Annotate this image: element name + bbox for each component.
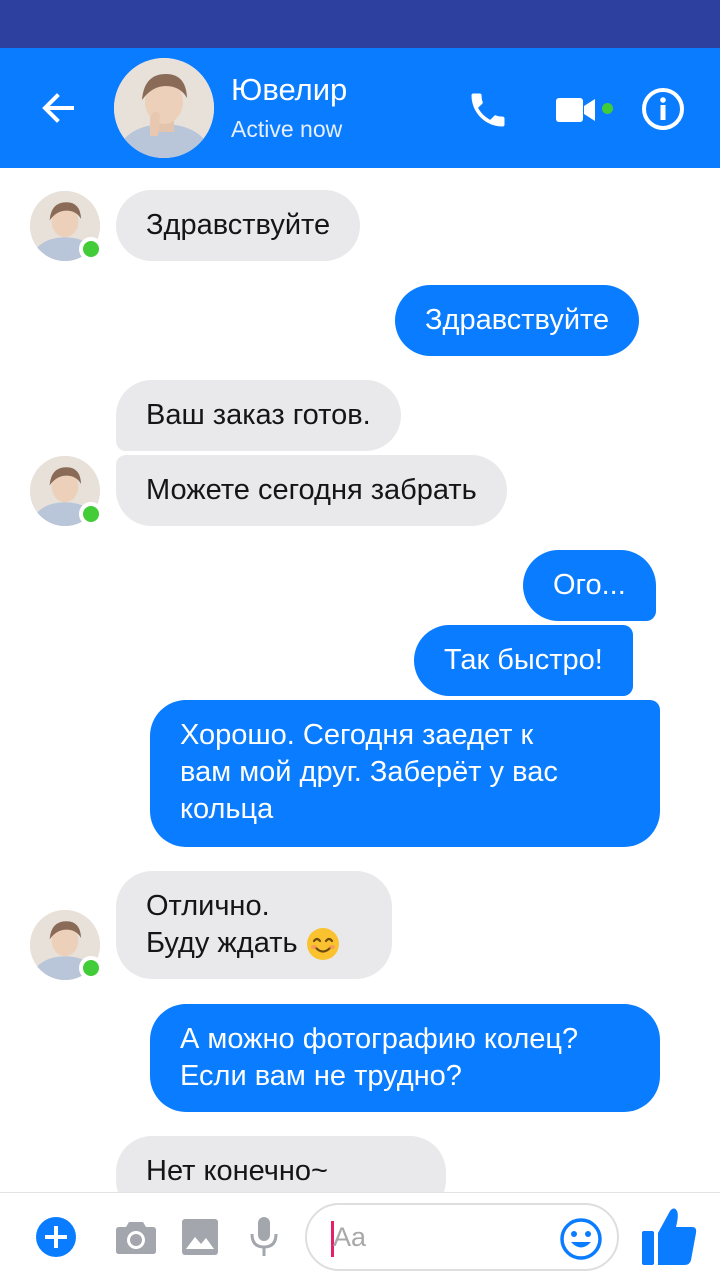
- incoming-message[interactable]: Нет конечно~: [116, 1136, 446, 1192]
- back-button[interactable]: [30, 78, 86, 138]
- like-button[interactable]: [638, 1203, 700, 1269]
- outgoing-message[interactable]: Хорошо. Сегодня заедет к вам мой друг. З…: [150, 700, 660, 847]
- contact-status: Active now: [231, 116, 343, 142]
- video-camera-icon: [556, 98, 595, 122]
- incoming-message[interactable]: Здравствуйте: [116, 190, 361, 261]
- plus-icon: [36, 1217, 76, 1257]
- back-arrow-icon: [42, 93, 74, 123]
- outgoing-message[interactable]: Так быстро!: [414, 625, 633, 696]
- message-text-line: Если вам не трудно?: [180, 1060, 462, 1092]
- thumbs-up-icon: [642, 1208, 697, 1265]
- message-avatar: [30, 910, 103, 980]
- message-text: Так быстро!: [444, 644, 603, 676]
- message-text-line: А можно фотографию колец?: [180, 1023, 579, 1055]
- info-button[interactable]: [638, 84, 688, 134]
- video-online-dot: [602, 103, 613, 114]
- contact-name: Ювелир: [231, 72, 348, 107]
- incoming-message[interactable]: Можете сегодня забрать: [116, 455, 507, 526]
- message-text: Ваш заказ готов.: [146, 399, 371, 431]
- video-call-button[interactable]: [552, 86, 600, 134]
- message-input-placeholder: Aa: [333, 1222, 367, 1252]
- message-text: Нет конечно~: [146, 1155, 328, 1187]
- incoming-message[interactable]: Ваш заказ готов.: [116, 380, 401, 451]
- emoji-icon: [560, 1218, 602, 1260]
- microphone-icon: [250, 1217, 278, 1256]
- status-bar: [0, 0, 720, 48]
- message-text-line: вам мой друг. Заберёт у вас: [180, 756, 558, 788]
- more-actions-button[interactable]: [28, 1209, 84, 1265]
- message-text-line: Хорошо. Сегодня заедет к: [180, 719, 534, 751]
- emoji-button[interactable]: [559, 1217, 603, 1261]
- voice-button[interactable]: [236, 1209, 292, 1265]
- info-icon: [642, 88, 684, 130]
- outgoing-message[interactable]: Здравствуйте: [395, 285, 640, 356]
- online-indicator: [79, 956, 103, 980]
- message-text-line: Буду ждать: [146, 927, 298, 959]
- message-text: Можете сегодня забрать: [146, 474, 477, 506]
- message-text: Здравствуйте: [146, 209, 331, 241]
- message-input[interactable]: Aa: [305, 1203, 619, 1271]
- outgoing-message[interactable]: Ого...: [523, 550, 656, 621]
- call-button[interactable]: [462, 84, 514, 136]
- message-text: Здравствуйте: [425, 304, 610, 336]
- online-indicator: [79, 502, 103, 526]
- online-indicator: [79, 237, 103, 261]
- message-text: Ого...: [553, 569, 626, 601]
- smiling-face-emoji: [306, 927, 339, 960]
- contact-photo: [114, 58, 214, 158]
- chat-header: Ювелир Active now: [0, 48, 720, 168]
- gallery-button[interactable]: [172, 1209, 228, 1265]
- message-avatar: [30, 456, 103, 526]
- message-text-line: кольца: [180, 793, 274, 825]
- message-thread: Здравствуйте Здравствуйте Ваш заказ гото…: [0, 168, 720, 1192]
- incoming-message[interactable]: Отлично. Буду ждать: [116, 871, 392, 979]
- camera-icon: [116, 1222, 156, 1254]
- message-avatar: [30, 191, 103, 261]
- image-icon: [182, 1219, 218, 1255]
- camera-button[interactable]: [108, 1209, 164, 1265]
- contact-avatar[interactable]: [114, 58, 214, 158]
- phone-icon: [471, 93, 505, 127]
- message-composer: Aa: [0, 1192, 720, 1280]
- message-text-line: Отлично.: [146, 890, 270, 922]
- outgoing-message[interactable]: А можно фотографию колец? Если вам не тр…: [150, 1004, 660, 1112]
